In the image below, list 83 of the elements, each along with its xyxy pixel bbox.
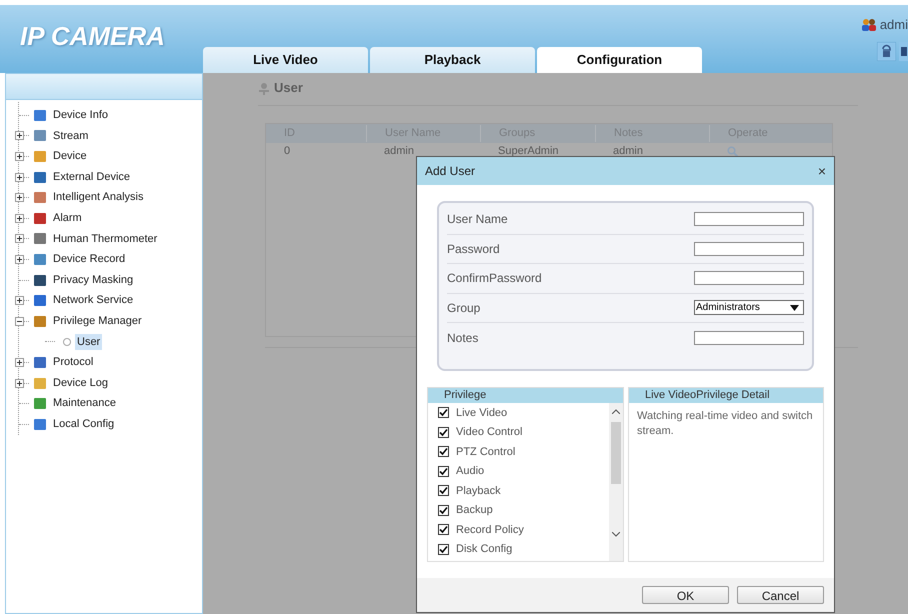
tree-item[interactable]: Device Info (53, 107, 108, 124)
table-cell-text: admin (612, 144, 644, 160)
table-cell-text: SuperAdmin (497, 144, 560, 160)
privilege-label: Audio (456, 464, 484, 479)
nav-tab[interactable]: Configuration (537, 47, 702, 73)
tree-item[interactable]: Device Record (53, 251, 126, 268)
tree-item[interactable]: Human Thermometer (53, 230, 158, 248)
privilege-label: Playback (456, 484, 501, 498)
tree-item[interactable]: Intelligent Analysis (53, 189, 144, 206)
checkbox[interactable] (438, 544, 449, 555)
username-text: admi (880, 16, 908, 34)
input-field[interactable] (694, 242, 804, 256)
input-field[interactable] (694, 212, 804, 226)
lock-icon[interactable] (877, 42, 896, 61)
tree-item[interactable]: Network Service (53, 292, 134, 309)
tree-item-icon (33, 376, 47, 390)
checkbox[interactable] (438, 524, 449, 536)
tree-item[interactable]: Privilege Manager (53, 312, 142, 330)
tree-item[interactable]: Maintenance (53, 395, 116, 412)
search-icon[interactable] (727, 146, 738, 157)
scrollbar[interactable] (609, 403, 623, 561)
tree-item[interactable]: Stream (53, 128, 88, 144)
scroll-thumb[interactable] (611, 422, 621, 484)
dialog-button[interactable]: OK (642, 586, 729, 604)
group-select[interactable]: Administrators (694, 300, 804, 316)
checkbox[interactable] (438, 504, 449, 516)
field-label: Group (447, 300, 480, 317)
checkbox[interactable] (438, 466, 449, 477)
tree-item-icon (33, 170, 47, 184)
tree-item[interactable]: Alarm (53, 210, 82, 227)
tree-item[interactable]: Protocol (53, 354, 94, 371)
input-field[interactable] (694, 330, 804, 345)
user-icon (258, 82, 270, 94)
tree-item-icon (33, 129, 47, 142)
tree-item-icon (33, 108, 47, 122)
field-label: User Name (447, 211, 508, 228)
field-label: Notes (447, 330, 478, 347)
tree-item-icon (33, 294, 47, 308)
privilege-label: Live Video (456, 406, 508, 420)
privilege-label: Disk Config (456, 542, 512, 557)
section-title: User (274, 79, 303, 98)
scroll-up-icon[interactable] (612, 409, 620, 414)
privilege-label: Video Control (456, 425, 522, 440)
privilege-header: Privilege (428, 388, 623, 403)
scroll-down-icon[interactable] (612, 532, 620, 537)
tree-item-icon (33, 314, 47, 328)
tree-item-icon (33, 212, 47, 225)
field-label: Password (447, 240, 500, 258)
tree-item-icon (33, 397, 47, 410)
tree-item-icon (33, 252, 47, 266)
nav-tab[interactable]: Live Video (203, 47, 368, 73)
tree-item-icon (33, 232, 47, 246)
checkbox[interactable] (438, 446, 449, 458)
tree-item-icon (33, 418, 47, 431)
tree-item[interactable]: Device Log (53, 374, 108, 392)
caret-icon[interactable] (790, 304, 799, 311)
table-cell-text: admin (383, 144, 415, 160)
tree-item-icon (33, 274, 47, 287)
privilege-label: Backup (456, 503, 493, 518)
users-icon (862, 18, 876, 31)
dialog-button[interactable]: Cancel (737, 586, 824, 604)
input-field[interactable] (694, 271, 804, 286)
tree-item[interactable]: Privacy Masking (53, 272, 134, 288)
detail-text: Watching real-time video and switch stream. (636, 409, 814, 439)
tree-item-icon (33, 356, 47, 369)
close-button[interactable]: × (818, 164, 826, 178)
nav-tab[interactable]: Playback (370, 47, 535, 73)
privilege-label: Record Policy (456, 522, 524, 538)
tree-item[interactable]: External Device (53, 168, 130, 186)
dialog-title: Add User (425, 163, 476, 180)
checkbox[interactable] (438, 485, 449, 496)
detail-header: Live VideoPrivilege Detail (629, 388, 823, 403)
checkbox[interactable] (438, 407, 449, 418)
tree-item-icon (33, 150, 47, 163)
field-label: ConfirmPassword (447, 270, 542, 288)
logo-text: IP CAMERA (20, 20, 165, 53)
privilege-label: PTZ Control (456, 444, 516, 460)
tree-item-icon (33, 191, 47, 204)
tree-item[interactable]: Local Config (53, 416, 114, 432)
checkbox[interactable] (438, 426, 449, 438)
tree-item[interactable]: User (75, 334, 102, 350)
tree-item[interactable]: Device (53, 148, 87, 165)
table-cell-text: 0 (283, 144, 292, 160)
